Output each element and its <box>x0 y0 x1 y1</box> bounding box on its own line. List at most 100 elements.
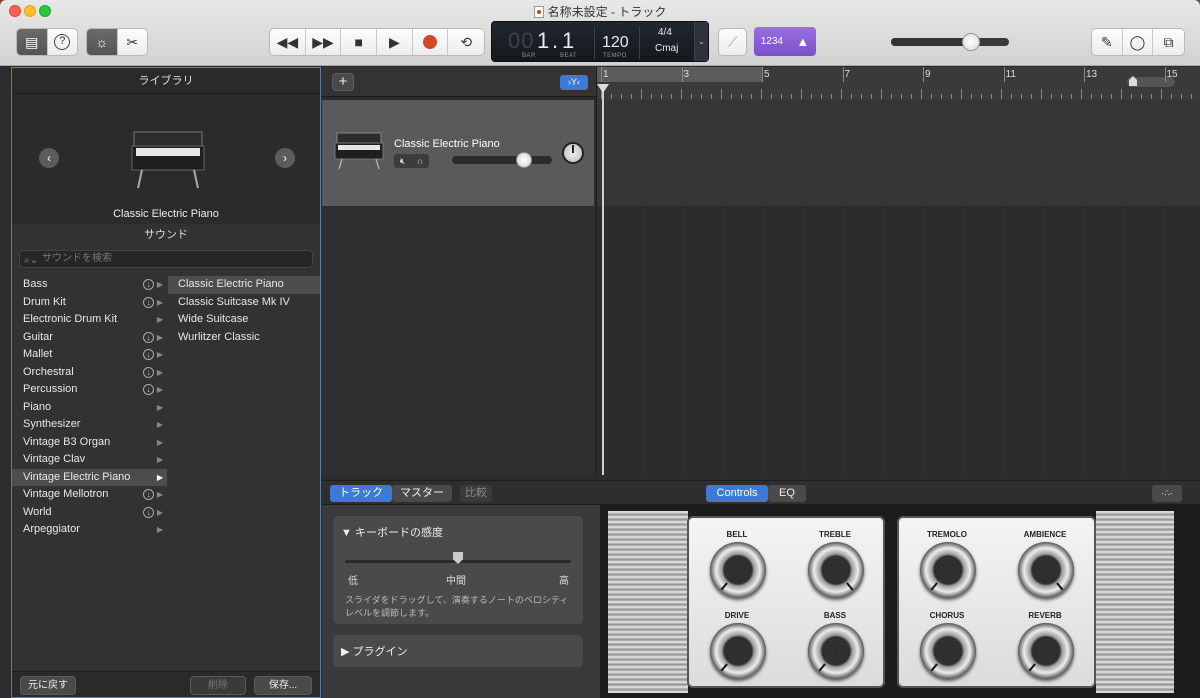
lcd-beat-label: BEAT <box>560 53 578 59</box>
bass-knob[interactable] <box>808 623 864 679</box>
treble-knob[interactable] <box>808 542 864 598</box>
next-instrument-button[interactable]: › <box>275 148 295 168</box>
track-header-empty-area[interactable] <box>322 206 594 475</box>
category-item[interactable]: Synthesizer ▶ <box>12 416 167 434</box>
library-footer: 元に戻す 削除 保存... <box>12 671 320 697</box>
chevron-right-icon: ▶ <box>156 437 163 447</box>
headphones-icon[interactable]: ∩ <box>417 156 423 166</box>
download-icon[interactable]: ↓ <box>143 384 154 395</box>
track-volume-slider[interactable] <box>452 152 552 168</box>
notepad-button[interactable]: ✎ <box>1092 29 1123 55</box>
category-item[interactable]: Orchestral ↓ ▶ <box>12 364 167 382</box>
category-item[interactable]: Bass ↓ ▶ <box>12 276 167 294</box>
library-toggle-button[interactable]: ▤ <box>17 29 48 55</box>
lcd-bar: 1 <box>537 28 551 53</box>
track-lane-row[interactable] <box>597 100 1200 206</box>
category-item[interactable]: Drum Kit ↓ ▶ <box>12 294 167 312</box>
ambience-knob[interactable] <box>1018 542 1074 598</box>
category-item[interactable]: Arpeggiator ▶ <box>12 521 167 539</box>
stop-button[interactable]: ■ <box>341 29 378 55</box>
sound-item[interactable]: Classic Electric Piano <box>168 276 320 294</box>
metronome-icon[interactable]: ▲ <box>796 34 809 49</box>
ruler-minor-tick <box>651 94 652 99</box>
download-icon[interactable]: ↓ <box>143 349 154 360</box>
sound-search-input[interactable]: ⌕⌄ サウンドを検索 <box>19 250 313 268</box>
bell-knob[interactable] <box>710 542 766 598</box>
quick-help-button[interactable]: ? <box>48 29 78 55</box>
sound-list: Classic Electric Piano Classic Suitcase M… <box>168 276 320 346</box>
knob-pointer <box>1056 582 1064 591</box>
download-icon[interactable]: ↓ <box>143 331 154 343</box>
sound-item[interactable]: Wurlitzer Classic <box>168 329 320 347</box>
grid-line <box>1123 100 1124 475</box>
sound-item[interactable]: Wide Suitcase <box>168 311 320 329</box>
compare-button[interactable]: 比較 <box>460 485 492 502</box>
lcd-mode-dropdown[interactable]: ⌄ <box>694 22 708 61</box>
track-pan-knob[interactable] <box>562 142 584 164</box>
tremolo-knob[interactable] <box>920 542 976 598</box>
count-in-button[interactable]: 1234 <box>761 36 783 47</box>
track-lane[interactable] <box>596 100 1200 475</box>
track-volume-knob[interactable] <box>516 152 532 168</box>
chevron-right-icon: ▶ <box>156 402 163 412</box>
plugins-section[interactable]: ▶ プラグイン <box>333 635 583 667</box>
category-item[interactable]: Vintage Electric Piano ▶ <box>12 468 167 486</box>
knob-cap <box>1032 637 1060 665</box>
category-item[interactable]: Percussion ↓ ▶ <box>12 381 167 399</box>
delete-button[interactable]: 削除 <box>190 676 246 695</box>
category-item[interactable]: Mallet ↓ ▶ <box>12 346 167 364</box>
drive-knob[interactable] <box>710 623 766 679</box>
master-volume-slider[interactable] <box>891 33 1009 51</box>
download-icon[interactable]: ↓ <box>143 279 154 290</box>
play-button[interactable]: ▶ <box>377 29 413 55</box>
fast-forward-button[interactable]: ▶▶ <box>306 29 342 55</box>
category-item[interactable]: Vintage Clav ▶ <box>12 451 167 469</box>
save-button[interactable]: 保存... <box>254 676 312 695</box>
category-item[interactable]: Vintage B3 Organ ▶ <box>12 434 167 452</box>
download-icon[interactable]: ↓ <box>143 489 154 500</box>
editors-button[interactable]: ✂ <box>118 29 148 55</box>
view-controls-tab[interactable]: Controls <box>706 485 768 502</box>
tab-master[interactable]: マスター <box>392 485 452 502</box>
category-item[interactable]: Piano ▶ <box>12 399 167 417</box>
tuner-button[interactable]: ⟋ <box>718 28 747 56</box>
catch-playhead-button[interactable]: ›Y‹ <box>560 75 588 90</box>
download-icon[interactable]: ↓ <box>143 296 154 308</box>
plugins-header[interactable]: ▶ プラグイン <box>341 643 408 659</box>
category-item[interactable]: World ↓ ▶ <box>12 504 167 522</box>
previous-instrument-button[interactable]: ‹ <box>39 148 59 168</box>
reverb-knob[interactable] <box>1018 623 1074 679</box>
cycle-region[interactable] <box>597 67 762 82</box>
right-toolbar-group: ✎ ◯ ⧉ <box>1091 28 1185 56</box>
playhead-handle[interactable] <box>597 84 609 93</box>
rewind-button[interactable]: ◀◀ <box>270 29 306 55</box>
loop-browser-button[interactable]: ◯ <box>1123 29 1154 55</box>
ruler-minor-tick <box>1031 94 1032 99</box>
category-item[interactable]: Guitar ↓ ▶ <box>12 329 167 347</box>
lcd-display[interactable]: 00 1 . 1 BAR BEAT 120 TEMPO 4/4 Cmaj ⌄ <box>491 21 709 62</box>
cycle-button[interactable]: ⟲ <box>448 29 484 55</box>
add-track-button[interactable]: + <box>332 73 354 91</box>
download-icon[interactable]: ↓ <box>143 506 154 518</box>
sound-item[interactable]: Classic Suitcase Mk IV <box>168 294 320 312</box>
chorus-knob[interactable] <box>920 623 976 679</box>
media-browser-button[interactable]: ⧉ <box>1153 29 1184 55</box>
category-item[interactable]: Electronic Drum Kit ▶ <box>12 311 167 329</box>
track-header[interactable]: Classic Electric Piano 🔇︎ ∩ <box>322 100 594 206</box>
tab-track[interactable]: トラック <box>330 485 392 502</box>
inspector-toggle-button[interactable]: ·∴· <box>1152 485 1182 502</box>
download-icon[interactable]: ↓ <box>143 366 154 378</box>
playhead[interactable] <box>602 84 604 475</box>
smart-controls-button[interactable]: ☼ <box>87 29 118 55</box>
chevron-right-icon: ▶ <box>156 385 163 394</box>
master-volume-knob[interactable] <box>962 33 981 51</box>
view-eq-tab[interactable]: EQ <box>768 485 806 502</box>
mute-icon[interactable]: 🔇︎ <box>400 156 406 167</box>
chevron-right-icon: ▶ <box>156 367 163 377</box>
revert-button[interactable]: 元に戻す <box>20 676 76 695</box>
timeline-ruler[interactable]: 1 3 5 7 9 11 13 15 <box>596 67 1200 100</box>
category-item[interactable]: Vintage Mellotron ↓ ▶ <box>12 486 167 504</box>
keyboard-sensitivity-header[interactable]: ▼ キーボードの感度 <box>341 524 443 540</box>
record-button[interactable] <box>413 29 449 55</box>
zoom-slider-knob[interactable] <box>1129 76 1137 86</box>
